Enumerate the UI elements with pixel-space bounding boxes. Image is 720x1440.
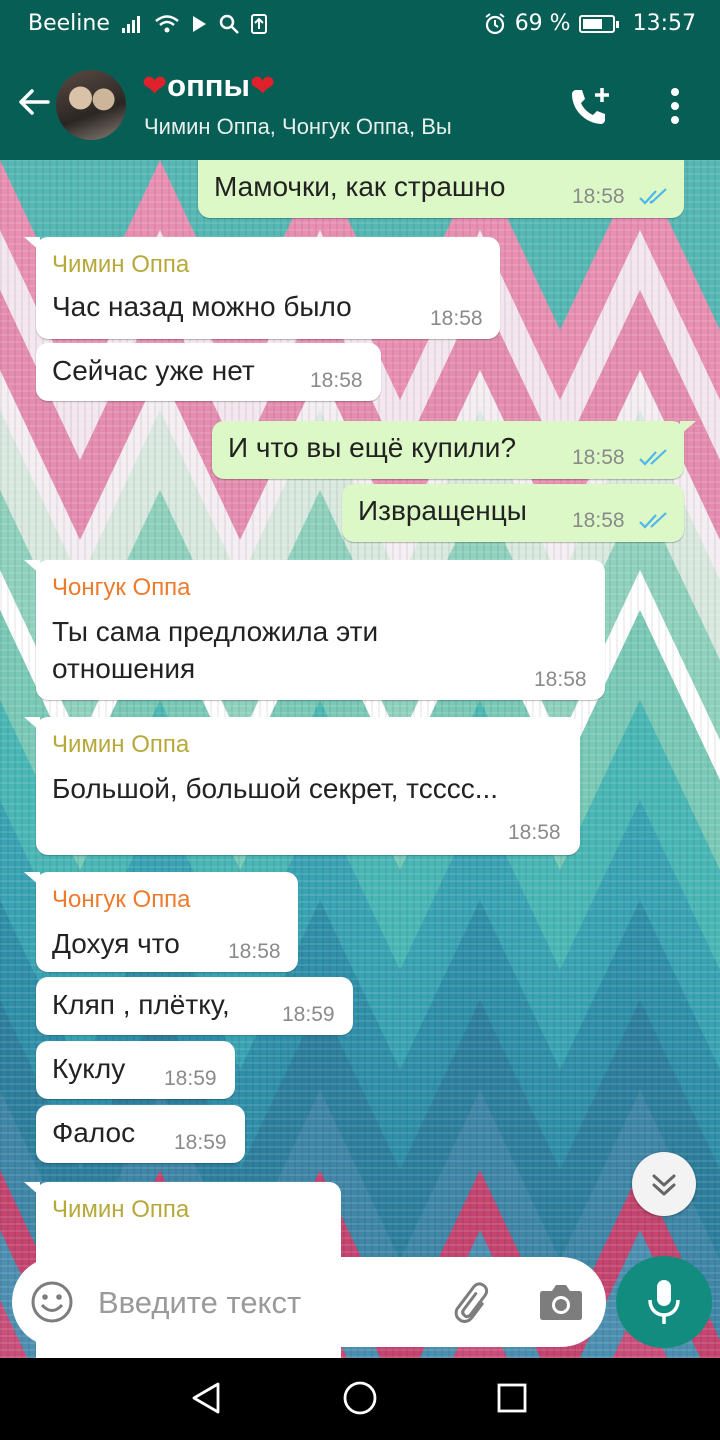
message-time: 18:58	[430, 307, 483, 330]
sender-name: Чонгук Оппа	[52, 574, 191, 601]
sender-name: Чимин Оппа	[52, 731, 190, 758]
bubble-tail	[24, 237, 40, 251]
message-text: Большой, большой секрет, тсссс...	[52, 773, 499, 804]
message-text: Дохуя что	[52, 928, 180, 959]
nav-recents-button[interactable]	[496, 1382, 528, 1419]
message-incoming[interactable]: Чимин Оппа Большой, большой секрет, тссс…	[24, 717, 580, 855]
composer-bar	[12, 1257, 606, 1347]
phone-plus-icon	[572, 88, 609, 124]
microphone-icon	[648, 1280, 680, 1324]
chat-header: ❤ оппы ❤ Чимин Оппа, Чонгук Оппа, Вы	[0, 48, 720, 160]
message-outgoing[interactable]: Извращенцы 18:58	[342, 484, 684, 542]
chat-title[interactable]: ❤ оппы ❤	[142, 68, 275, 104]
alarm-icon	[485, 12, 505, 34]
system-navigation-bar	[0, 1358, 720, 1440]
battery-percent: 69 %	[514, 11, 571, 36]
nav-back-button[interactable]	[188, 1380, 224, 1421]
search-icon	[219, 14, 239, 34]
message-time: 18:59	[164, 1067, 217, 1090]
bubble-tail	[24, 872, 40, 886]
group-avatar[interactable]	[56, 70, 126, 140]
sender-name: Чимин Оппа	[52, 1196, 190, 1223]
message-outgoing[interactable]: Мамочки, как страшно 18:58	[198, 160, 684, 218]
message-time: 18:58	[310, 369, 363, 392]
back-button[interactable]	[14, 82, 54, 122]
message-incoming[interactable]: Чимин Оппа Час назад можно было 18:58	[24, 237, 500, 339]
heart-emoji-icon: ❤	[142, 69, 168, 103]
message-text: Фалос	[52, 1117, 136, 1148]
bubble-tail	[24, 560, 40, 574]
message-incoming[interactable]: Куклу 18:59	[36, 1041, 235, 1099]
message-list[interactable]: Мамочки, как страшно 18:58 Чимин Оппа Ча…	[0, 160, 720, 1358]
paperclip-icon	[454, 1282, 489, 1323]
message-time: 18:58	[572, 446, 625, 469]
message-input[interactable]	[96, 1277, 430, 1329]
message-incoming[interactable]: Сейчас уже нет 18:58	[36, 343, 381, 401]
status-time: 13:57	[632, 11, 696, 36]
heart-emoji-icon: ❤	[250, 69, 276, 103]
camera-icon	[540, 1285, 582, 1320]
play-icon	[192, 15, 206, 32]
message-text: Куклу	[52, 1053, 126, 1084]
smiley-icon	[31, 1281, 73, 1323]
message-time: 18:58	[572, 509, 625, 532]
bubble-tail	[680, 421, 696, 435]
message-incoming[interactable]: Кляп , плётку, 18:59	[36, 977, 353, 1035]
chat-participants[interactable]: Чимин Оппа, Чонгук Оппа, Вы	[144, 114, 452, 140]
nav-home-button[interactable]	[340, 1378, 380, 1423]
chat-title-text: оппы	[167, 68, 250, 103]
battery-icon	[578, 14, 619, 33]
carrier-name: Beeline	[28, 11, 110, 36]
message-time: 18:59	[174, 1131, 227, 1154]
add-call-button[interactable]	[568, 84, 614, 128]
message-time: 18:58	[572, 185, 625, 208]
message-incoming[interactable]: Чонгук Оппа Ты сама предложила эти отнош…	[24, 560, 605, 700]
message-incoming[interactable]: Чонгук Оппа Дохуя что 18:58	[24, 872, 298, 972]
emoji-button[interactable]	[30, 1280, 74, 1324]
signal-icon	[121, 15, 140, 33]
sender-name: Чимин Оппа	[52, 251, 190, 278]
message-incoming[interactable]: Фалос 18:59	[36, 1105, 245, 1163]
attach-button[interactable]	[452, 1281, 496, 1325]
bubble-tail	[24, 1182, 40, 1196]
message-text: Мамочки, как страшно	[214, 171, 506, 202]
message-text: Час назад можно было	[52, 291, 352, 322]
triangle-back-icon	[192, 1382, 220, 1414]
upload-icon	[250, 13, 267, 34]
more-vert-icon	[671, 88, 679, 124]
message-text: Извращенцы	[358, 495, 527, 526]
double-check-icon	[639, 188, 667, 205]
message-time: 18:58	[508, 821, 561, 844]
sender-name: Чонгук Оппа	[52, 886, 191, 913]
double-chevron-down-icon	[652, 1174, 676, 1196]
message-text: Кляп , плётку,	[52, 989, 230, 1020]
scroll-to-bottom-button[interactable]	[632, 1152, 696, 1216]
message-text-line: Ты сама предложила эти	[52, 616, 379, 647]
overflow-menu-button[interactable]	[660, 84, 690, 128]
circle-home-icon	[343, 1381, 377, 1415]
double-check-icon	[639, 512, 667, 529]
arrow-left-icon	[19, 89, 50, 115]
voice-record-button[interactable]	[616, 1256, 712, 1348]
message-text: Сейчас уже нет	[52, 355, 255, 386]
double-check-icon	[639, 449, 667, 466]
wifi-icon	[155, 14, 179, 32]
message-outgoing[interactable]: И что вы ещё купили? 18:58	[212, 421, 696, 479]
message-text: И что вы ещё купили?	[228, 432, 517, 463]
camera-button[interactable]	[538, 1281, 584, 1323]
message-time: 18:59	[282, 1003, 335, 1026]
bubble-tail	[24, 717, 40, 731]
status-bar: Beeline 69 % 13:57	[0, 0, 720, 48]
message-text-line: отношения	[52, 653, 196, 684]
square-recents-icon	[497, 1383, 527, 1413]
message-time: 18:58	[228, 940, 281, 963]
message-time: 18:58	[534, 668, 587, 691]
